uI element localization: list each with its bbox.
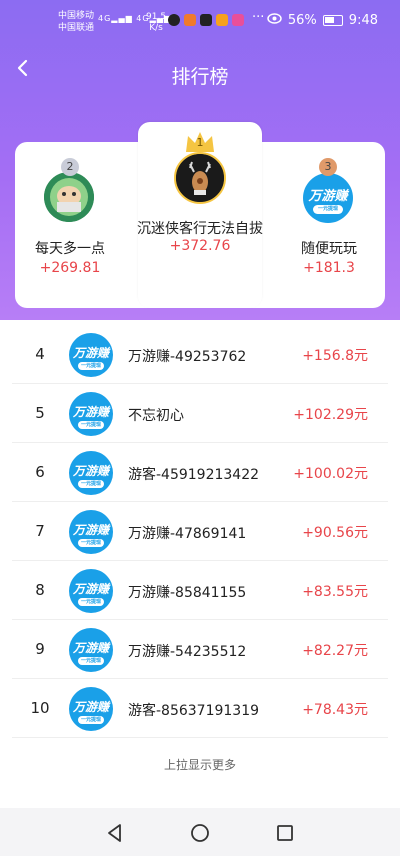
list-item[interactable]: 5 万游赚 一元提现 不忘初心 +102.29元 <box>0 384 400 443</box>
logo-text: 万游赚 <box>72 405 109 419</box>
user-name: 游客-85637191319 <box>128 703 260 719</box>
amount: +100.02元 <box>293 466 368 482</box>
rank-number: 8 <box>35 581 45 599</box>
avatar <box>174 152 226 204</box>
avatar: 万游赚 一元提现 <box>303 173 353 223</box>
carrier-info: 中国移动 中国联通 <box>58 10 94 34</box>
logo-sub: 一元提现 <box>78 598 104 606</box>
app-icon <box>232 14 244 26</box>
top-name: 沉迷侠客行无法自拔 <box>137 221 263 237</box>
status-bar: 中国移动 中国联通 4G▂▄▆ 4G▂▄▆ 91.5 K/s ··· 56% 9… <box>0 0 400 44</box>
list-item[interactable]: 8 万游赚 一元提现 万游赚-85841155 +83.55元 <box>0 561 400 620</box>
list-item[interactable]: 9 万游赚 一元提现 万游赚-54235512 +82.27元 <box>0 620 400 679</box>
circle-home-icon <box>191 824 209 842</box>
avatar: 万游赚 一元提现 <box>69 628 113 672</box>
network-speed: 91.5 K/s <box>146 12 166 34</box>
user-name: 万游赚-47869141 <box>128 526 247 542</box>
eye-icon <box>267 13 282 28</box>
logo-sub: 一元提现 <box>78 480 104 488</box>
carrier-1: 中国移动 <box>58 11 95 21</box>
avatar: 万游赚 一元提现 <box>69 510 113 554</box>
avatar: 万游赚 一元提现 <box>69 687 113 731</box>
qq-icon <box>168 14 180 26</box>
video-icon <box>216 14 228 26</box>
avatar: 万游赚 一元提现 <box>69 392 113 436</box>
user-name: 万游赚-54235512 <box>128 644 247 660</box>
amount: +90.56元 <box>302 525 368 541</box>
square-recents-icon <box>277 825 293 841</box>
logo-text: 万游赚 <box>72 641 109 655</box>
speed-unit: K/s <box>149 23 163 33</box>
avatar <box>44 172 94 222</box>
list-item[interactable]: 7 万游赚 一元提现 万游赚-47869141 +90.56元 <box>0 502 400 561</box>
amount: +82.27元 <box>302 643 368 659</box>
amount: +102.29元 <box>293 407 368 423</box>
list-item[interactable]: 10 万游赚 一元提现 游客-85637191319 +78.43元 <box>0 679 400 738</box>
logo-text: 万游赚 <box>72 464 109 478</box>
bronze-badge: 3 <box>319 158 337 176</box>
avatar: 万游赚 一元提现 <box>69 569 113 613</box>
top-name: 随便玩玩 <box>301 241 357 257</box>
divider <box>12 737 388 738</box>
rank-number: 6 <box>35 463 45 481</box>
avatar: 万游赚 一元提现 <box>69 451 113 495</box>
nav-recents-button[interactable] <box>274 822 296 844</box>
logo-sub: 一元提现 <box>78 362 104 370</box>
logo-sub: 一元提现 <box>78 716 104 724</box>
amount: +78.43元 <box>302 702 368 718</box>
logo-sub: 一元提现 <box>313 205 343 214</box>
logo-text: 万游赚 <box>72 523 109 537</box>
user-name: 万游赚-85841155 <box>128 585 247 601</box>
amount: +83.55元 <box>302 584 368 600</box>
tiktok-icon <box>200 14 212 26</box>
logo-text: 万游赚 <box>72 582 109 596</box>
rank-number: 7 <box>35 522 45 540</box>
top-score: +269.81 <box>39 260 101 276</box>
status-right: 56% 9:48 <box>267 13 378 28</box>
load-more-hint[interactable]: 上拉显示更多 <box>0 756 400 773</box>
system-nav-bar <box>0 808 400 856</box>
network-1: 4G <box>98 14 112 23</box>
logo-text: 万游赚 <box>308 189 348 204</box>
list-item[interactable]: 4 万游赚 一元提现 万游赚-49253762 +156.8元 <box>0 325 400 384</box>
nav-back-button[interactable] <box>104 822 126 844</box>
list-item[interactable]: 6 万游赚 一元提现 游客-45919213422 +100.02元 <box>0 443 400 502</box>
user-name: 不忘初心 <box>128 408 184 424</box>
page-title: 排行榜 <box>171 66 229 88</box>
logo-text: 万游赚 <box>72 700 109 714</box>
top-name: 每天多一点 <box>35 241 105 257</box>
amount: +156.8元 <box>302 348 368 364</box>
speed-value: 91.5 <box>146 12 167 22</box>
user-name: 万游赚-49253762 <box>128 349 247 365</box>
silver-badge: 2 <box>61 158 79 176</box>
weibo-icon <box>184 14 196 26</box>
gold-badge: 1 <box>196 136 204 149</box>
rank-number: 4 <box>35 345 45 363</box>
user-name: 游客-45919213422 <box>128 467 260 483</box>
battery-percent: 56% <box>287 13 317 28</box>
triangle-back-icon <box>108 824 121 842</box>
carrier-2: 中国联通 <box>58 23 95 33</box>
more-notifications: ··· <box>252 10 265 25</box>
battery-icon <box>322 15 343 26</box>
rank-number: 10 <box>30 699 50 717</box>
rank-number: 9 <box>35 640 45 658</box>
logo-sub: 一元提现 <box>78 539 104 547</box>
notification-icons <box>168 14 244 26</box>
top-score: +372.76 <box>169 238 231 254</box>
logo-text: 万游赚 <box>72 346 109 360</box>
rank-number: 5 <box>35 404 45 422</box>
top-score: +181.3 <box>303 260 355 276</box>
nav-home-button[interactable] <box>189 822 211 844</box>
clock: 9:48 <box>348 13 378 28</box>
avatar: 万游赚 一元提现 <box>69 333 113 377</box>
logo-sub: 一元提现 <box>78 421 104 429</box>
logo-sub: 一元提现 <box>78 657 104 665</box>
